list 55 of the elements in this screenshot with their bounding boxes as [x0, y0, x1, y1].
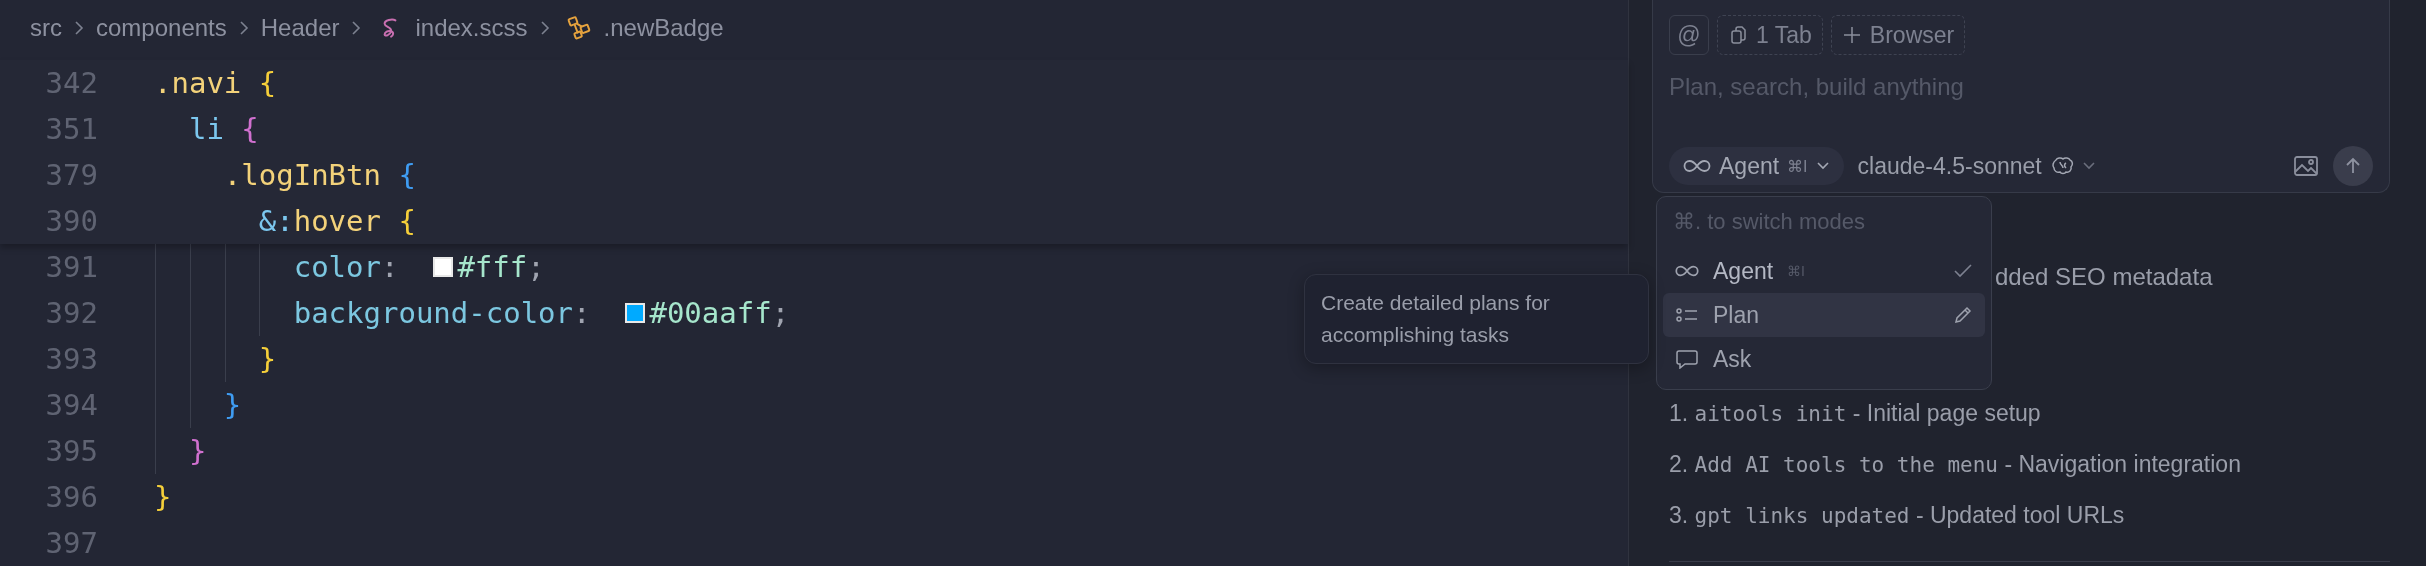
chevron-icon — [539, 20, 550, 36]
code-line: color: #fff; — [292, 250, 545, 284]
line-number: 342 — [44, 66, 98, 100]
breadcrumb-item[interactable]: index.scss — [415, 14, 528, 42]
pencil-icon[interactable] — [1953, 305, 1973, 325]
chevron-down-icon — [2081, 161, 2096, 171]
line-number: 394 — [44, 388, 98, 422]
chevron-icon — [74, 20, 84, 36]
menu-item[interactable]: Ask — [1663, 337, 1985, 381]
list-item: 1. aitools init - Initial page setup — [1669, 399, 2042, 428]
menu-item[interactable]: Plan — [1663, 293, 1985, 337]
plus-icon — [1841, 25, 1862, 45]
documents-icon — [1728, 25, 1748, 45]
code-line: .navi { — [154, 66, 277, 100]
tooltip: Create detailed plans for accomplishing tasks — [1304, 274, 1649, 364]
chevron-icon — [238, 20, 249, 36]
line-number: 390 — [44, 204, 98, 238]
model-selector[interactable]: claude-4.5-sonnet — [1857, 152, 2096, 180]
line-number: 397 — [44, 526, 98, 560]
code-line: } — [187, 434, 207, 468]
image-icon[interactable] — [2293, 155, 2319, 177]
line-number: 392 — [44, 296, 98, 330]
list-item: 3. gpt links updated - Updated tool URLs — [1669, 501, 2126, 530]
infinity-icon — [1683, 159, 1711, 173]
line-number: 391 — [44, 250, 98, 284]
checklist-icon — [1675, 307, 1699, 323]
line-number: 379 — [44, 158, 98, 192]
mode-selector[interactable]: Agent ⌘I — [1669, 147, 1844, 185]
code-line: } — [257, 342, 277, 376]
list-item: 2. Add AI tools to the menu - Navigation integration — [1669, 450, 2242, 479]
breadcrumb-item[interactable]: .newBadge — [603, 14, 724, 42]
infinity-icon — [1675, 265, 1699, 277]
line-number: 396 — [44, 480, 98, 514]
line-number: 393 — [44, 342, 98, 376]
mention-button[interactable]: @ — [1669, 15, 1709, 55]
check-icon — [1953, 263, 1973, 279]
breadcrumb-item[interactable]: Header — [260, 14, 340, 42]
chevron-down-icon — [1815, 161, 1830, 171]
breadcrumb-item[interactable]: src — [30, 14, 62, 42]
send-button[interactable] — [2333, 146, 2373, 186]
code-line: } — [222, 388, 242, 422]
symbol-icon — [565, 15, 592, 41]
code-line: li { — [187, 112, 259, 146]
tab-context-chip[interactable]: 1 Tab — [1717, 15, 1823, 55]
add-browser-chip[interactable]: Browser — [1830, 15, 1966, 55]
chat-icon — [1675, 349, 1699, 369]
code-line: background-color: #00aaff; — [292, 296, 790, 330]
code-line: &:hover { — [257, 204, 416, 238]
line-number: 395 — [44, 434, 98, 468]
code-line: .logInBtn { — [222, 158, 416, 192]
line-number: 351 — [44, 112, 98, 146]
breadcrumb-item[interactable]: components — [96, 14, 227, 42]
chevron-icon — [351, 20, 362, 36]
code-line: } — [154, 480, 172, 514]
chat-text: dded SEO metadata — [1995, 262, 2214, 292]
